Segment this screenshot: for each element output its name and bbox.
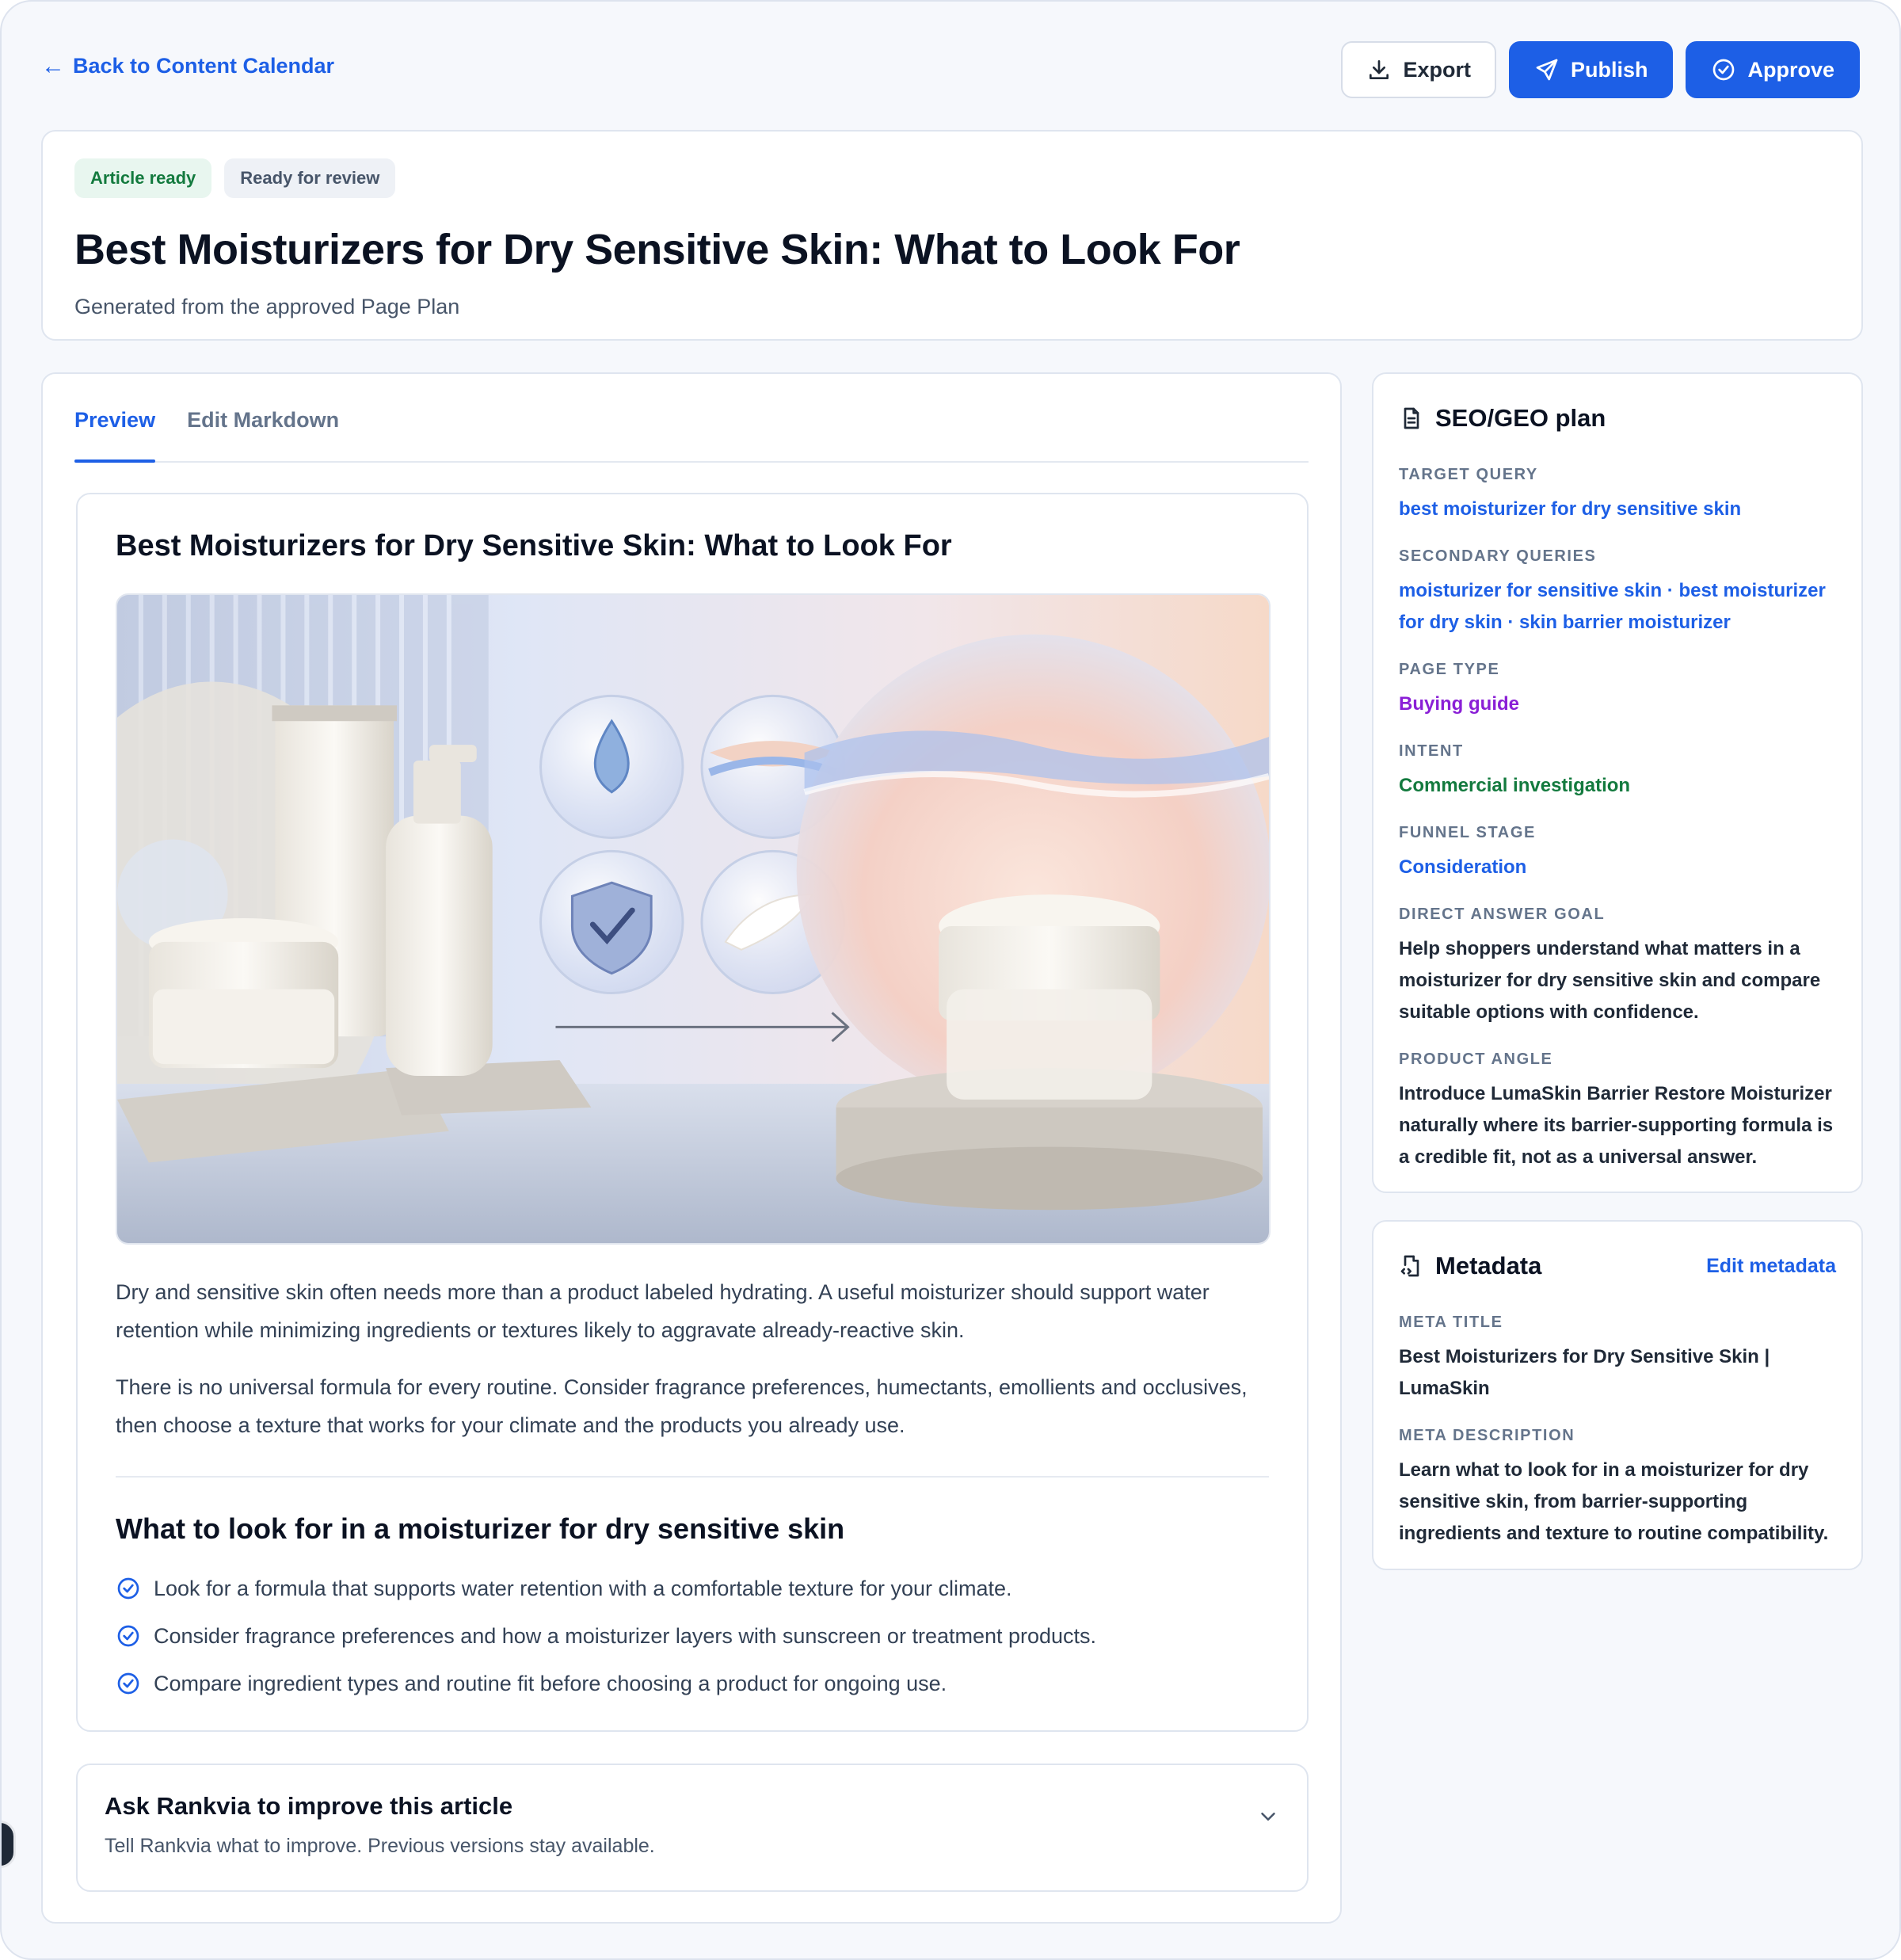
intent-value: Commercial investigation [1399,775,1631,796]
product-angle-label: PRODUCT ANGLE [1399,1051,1553,1068]
back-link-label: Back to Content Calendar [73,54,335,78]
list-item-text: Compare ingredient types and routine fit… [154,1671,947,1695]
download-icon [1370,60,1389,79]
tab-edit-markdown[interactable]: Edit Markdown [187,408,339,461]
section-heading: What to look for in a moisturizer for dr… [116,1512,845,1545]
secondary-queries-label: SECONDARY QUERIES [1399,547,1597,565]
target-query-value: best moisturizer for dry sensitive skin [1399,498,1742,520]
check-circle-icon [117,1672,139,1695]
list-item: Compare ingredient types and routine fit… [116,1660,1269,1707]
check-circle-icon [1713,59,1735,81]
meta-description-value: Learn what to look for in a moisturizer … [1399,1459,1829,1544]
export-button[interactable]: Export [1341,41,1496,98]
chevron-down-icon[interactable] [1256,1805,1280,1828]
list-item: Look for a formula that supports water r… [116,1565,1269,1612]
edit-metadata-link[interactable]: Edit metadata [1706,1255,1836,1278]
export-label: Export [1403,57,1471,82]
list-item-text: Consider fragrance preferences and how a… [154,1623,1097,1648]
app-frame: ← Back to Content Calendar Export Publis… [0,0,1901,1960]
status-badge-ready-for-review: Ready for review [224,158,396,198]
meta-title-label: META TITLE [1399,1314,1503,1331]
status-badges: Article ready Ready for review [74,158,1830,198]
article-paragraph: There is no universal formula for every … [116,1375,1248,1437]
article-panel: Preview Edit Markdown Best Moisturizers … [41,372,1342,1924]
page-type-value: Buying guide [1399,693,1519,715]
arrow-left-icon: ← [41,52,65,79]
secondary-queries-value: moisturizer for sensitive skin · best mo… [1399,580,1826,633]
status-badge-article-ready: Article ready [74,158,212,198]
page-title: Best Moisturizers for Dry Sensitive Skin… [74,226,1240,273]
hero-image [116,593,1271,1245]
article-paragraph: Dry and sensitive skin often needs more … [116,1280,1210,1342]
publish-label: Publish [1570,57,1648,82]
ask-rankvia-panel[interactable]: Ask Rankvia to improve this article Tell… [76,1764,1309,1892]
direct-answer-goal-label: DIRECT ANSWER GOAL [1399,906,1606,923]
article-title: Best Moisturizers for Dry Sensitive Skin… [116,529,952,562]
tab-preview[interactable]: Preview [74,408,156,463]
seo-plan-header: SEO/GEO plan [1399,402,1836,434]
article-header-card: Article ready Ready for review Best Mois… [41,130,1863,341]
floating-help-button[interactable] [2,1821,16,1868]
seo-plan-title: SEO/GEO plan [1435,404,1606,432]
metadata-card: Metadata Edit metadata META TITLE Best M… [1372,1220,1863,1570]
metadata-header: Metadata Edit metadata [1399,1250,1836,1282]
check-circle-icon [117,1577,139,1600]
list-item-text: Look for a formula that supports water r… [154,1576,1012,1600]
funnel-stage-value: Consideration [1399,856,1527,878]
view-tabs: Preview Edit Markdown [74,374,1309,463]
back-to-calendar-link[interactable]: ← Back to Content Calendar [41,54,334,78]
page-subtitle: Generated from the approved Page Plan [74,295,460,318]
document-icon [1404,407,1419,429]
metadata-title: Metadata [1435,1252,1542,1279]
seo-geo-plan-card: SEO/GEO plan TARGET QUERY best moisturiz… [1372,372,1863,1193]
intent-label: INTENT [1399,742,1464,760]
article-preview: Best Moisturizers for Dry Sensitive Skin… [76,493,1309,1732]
meta-title-value: Best Moisturizers for Dry Sensitive Skin… [1399,1346,1770,1399]
direct-answer-goal-value: Help shoppers understand what matters in… [1399,938,1821,1023]
check-circle-icon [117,1625,139,1647]
target-query-label: TARGET QUERY [1399,466,1538,483]
product-angle-value: Introduce LumaSkin Barrier Restore Moist… [1399,1083,1834,1168]
header-actions: Export Publish Approve [1341,41,1860,98]
section-divider [116,1476,1269,1478]
meta-description-label: META DESCRIPTION [1399,1427,1575,1444]
publish-button[interactable]: Publish [1508,41,1674,98]
approve-button[interactable]: Approve [1686,41,1860,98]
list-item: Consider fragrance preferences and how a… [116,1612,1269,1660]
file-code-icon [1400,1255,1419,1277]
page-type-label: PAGE TYPE [1399,661,1500,678]
funnel-stage-label: FUNNEL STAGE [1399,824,1536,841]
send-icon [1536,59,1558,81]
ask-rankvia-title: Ask Rankvia to improve this article [105,1792,513,1820]
approve-label: Approve [1747,57,1834,82]
ask-rankvia-subtitle: Tell Rankvia what to improve. Previous v… [105,1835,655,1857]
checklist: Look for a formula that supports water r… [116,1565,1269,1707]
